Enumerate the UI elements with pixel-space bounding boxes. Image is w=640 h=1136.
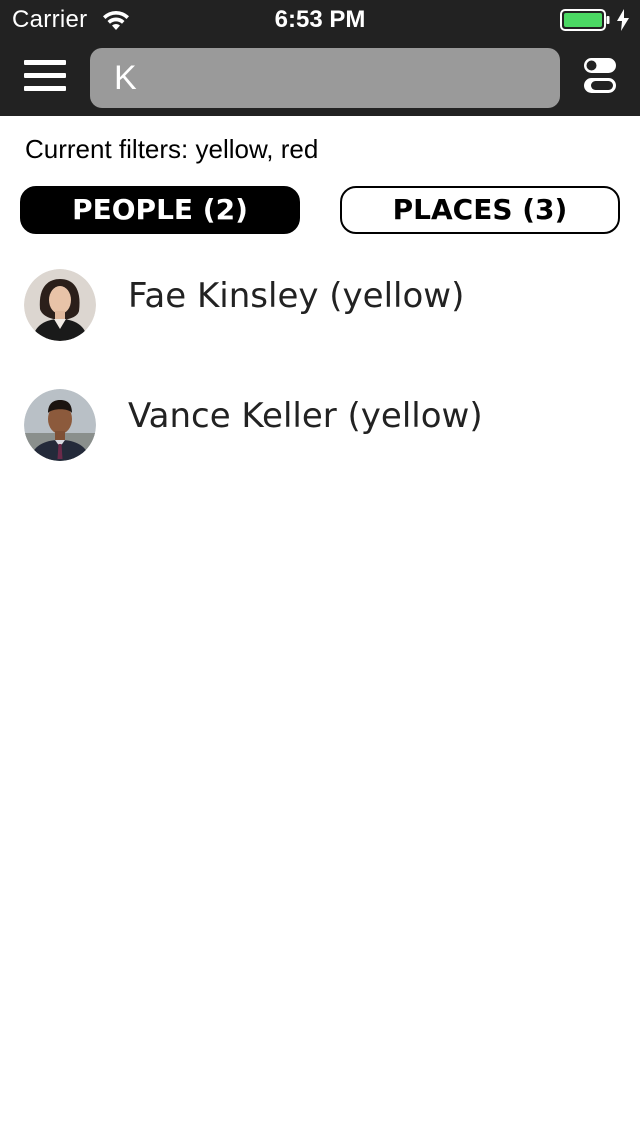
person-name: Fae Kinsley (yellow) xyxy=(128,276,465,316)
battery-icon xyxy=(560,9,610,31)
tab-places[interactable]: PLACES (3) xyxy=(340,186,620,234)
search-input[interactable] xyxy=(90,48,560,108)
tab-people[interactable]: PEOPLE (2) xyxy=(20,186,300,234)
list-item[interactable]: Vance Keller (yellow) xyxy=(0,366,640,476)
charging-icon xyxy=(617,9,629,31)
status-time: 6:53 PM xyxy=(274,6,366,33)
list-item[interactable]: Fae Kinsley (yellow) xyxy=(0,246,640,356)
search-header xyxy=(0,40,640,116)
status-bar: Carrier 6:53 PM xyxy=(0,0,640,40)
avatar xyxy=(24,389,96,461)
filter-toggle-icon[interactable] xyxy=(582,56,618,96)
hamburger-menu-icon[interactable] xyxy=(24,58,66,92)
current-filters-label: Current filters: yellow, red xyxy=(25,134,319,164)
avatar xyxy=(24,269,96,341)
person-name: Vance Keller (yellow) xyxy=(128,396,483,436)
